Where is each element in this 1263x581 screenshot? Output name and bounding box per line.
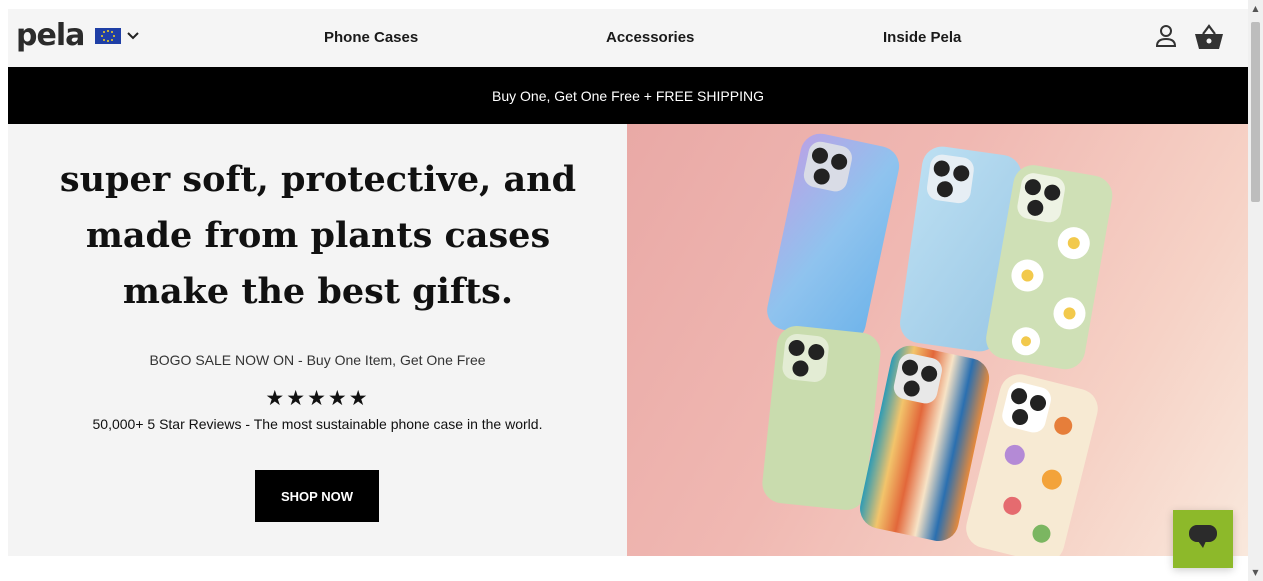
pela-logo[interactable]: pela [16,21,85,51]
site-header: pela Phone Cases Accessories Inside Pela [8,9,1248,67]
user-icon[interactable] [1154,23,1178,53]
scrollbar[interactable]: ▲ ▼ [1248,0,1263,581]
page: pela Phone Cases Accessories Inside Pela [0,0,1263,581]
hero-content: super soft, protective, and made from pl… [8,124,627,556]
promo-banner[interactable]: Buy One, Get One Free + FREE SHIPPING [8,67,1248,124]
case-watercolor [767,133,900,343]
nav-inside-pela[interactable]: Inside Pela [883,29,961,46]
basket-icon[interactable] [1193,23,1225,55]
shop-now-button[interactable]: SHOP NOW [255,470,379,522]
hero-title: super soft, protective, and made from pl… [59,159,577,312]
rating-stars: ★★★★★ [265,386,370,410]
case-sage [762,325,881,510]
hero-image [627,124,1248,556]
reviews-text: 50,000+ 5 Star Reviews - The most sustai… [92,416,543,432]
scroll-down-arrow-icon[interactable]: ▼ [1248,564,1263,581]
chevron-down-icon [127,32,139,40]
nav-phone-cases[interactable]: Phone Cases [324,29,418,46]
region-selector[interactable] [95,28,139,44]
nav-accessories[interactable]: Accessories [606,29,694,46]
chat-bubble-icon [1188,523,1218,555]
scroll-thumb[interactable] [1251,22,1260,202]
eu-flag-icon [95,28,121,44]
chat-button[interactable] [1173,510,1233,568]
sale-text: BOGO SALE NOW ON - Buy One Item, Get One… [149,352,486,368]
scroll-up-arrow-icon[interactable]: ▲ [1248,0,1263,17]
promo-text: Buy One, Get One Free + FREE SHIPPING [492,87,764,104]
